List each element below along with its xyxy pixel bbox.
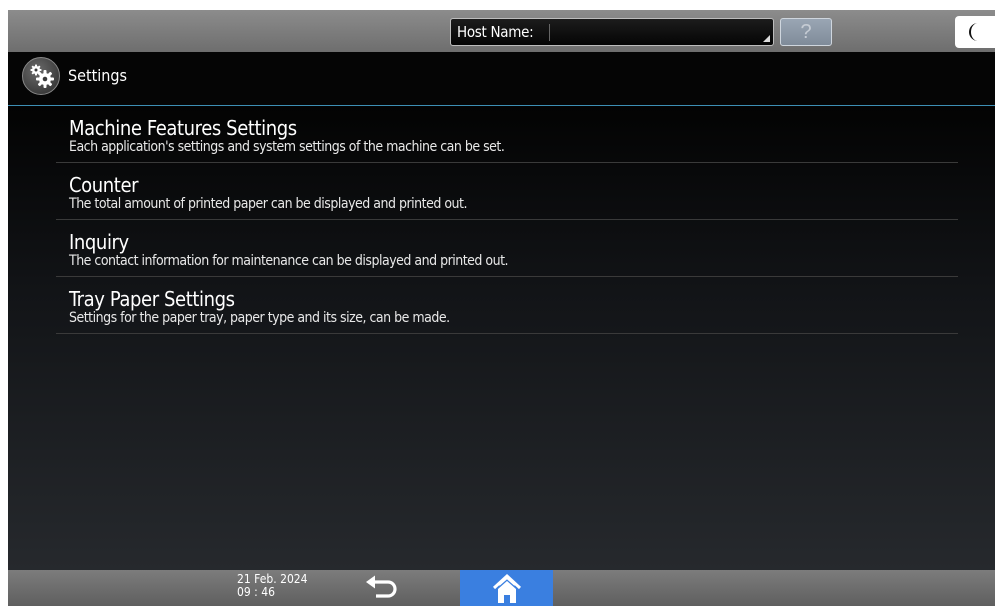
host-name-label: Host Name: [457,23,534,41]
menu-item-inquiry[interactable]: Inquiry The contact information for main… [56,220,958,277]
home-button[interactable] [460,570,553,606]
menu-item-description: The contact information for maintenance … [69,253,509,269]
gear-icon [30,64,54,88]
host-name-field[interactable]: Host Name: [450,18,774,46]
title-bar: Settings [8,52,995,106]
system-bar: Host Name: ? [8,10,995,52]
host-name-value [549,24,720,41]
settings-menu: Machine Features Settings Each applicati… [56,106,958,334]
menu-item-counter[interactable]: Counter The total amount of printed pape… [56,163,958,220]
energy-saver-button[interactable] [955,16,995,48]
home-icon [492,573,522,603]
settings-app-icon [22,57,60,95]
menu-item-machine-features-settings[interactable]: Machine Features Settings Each applicati… [56,106,958,163]
menu-item-description: The total amount of printed paper can be… [69,196,467,212]
expand-corner-icon [763,35,770,42]
back-arrow-icon [366,575,397,598]
time-text: 09 : 46 [237,585,275,599]
menu-item-tray-paper-settings[interactable]: Tray Paper Settings Settings for the pap… [56,277,958,334]
bottom-bar: 21 Feb. 2024 09 : 46 [8,570,995,606]
help-button[interactable]: ? [780,18,832,46]
moon-icon [969,23,978,41]
menu-item-description: Each application's settings and system s… [69,139,505,155]
page-title: Settings [68,66,128,85]
device-screen: Host Name: ? Settings Machine Features S… [8,10,995,606]
menu-item-title: Tray Paper Settings [69,287,235,311]
back-button[interactable] [360,574,404,604]
menu-item-description: Settings for the paper tray, paper type … [69,310,450,326]
menu-item-title: Counter [69,173,139,197]
date-time-display: 21 Feb. 2024 09 : 46 [237,573,308,599]
menu-item-title: Machine Features Settings [69,116,297,140]
settings-content: Machine Features Settings Each applicati… [8,106,995,570]
menu-item-title: Inquiry [69,230,129,254]
